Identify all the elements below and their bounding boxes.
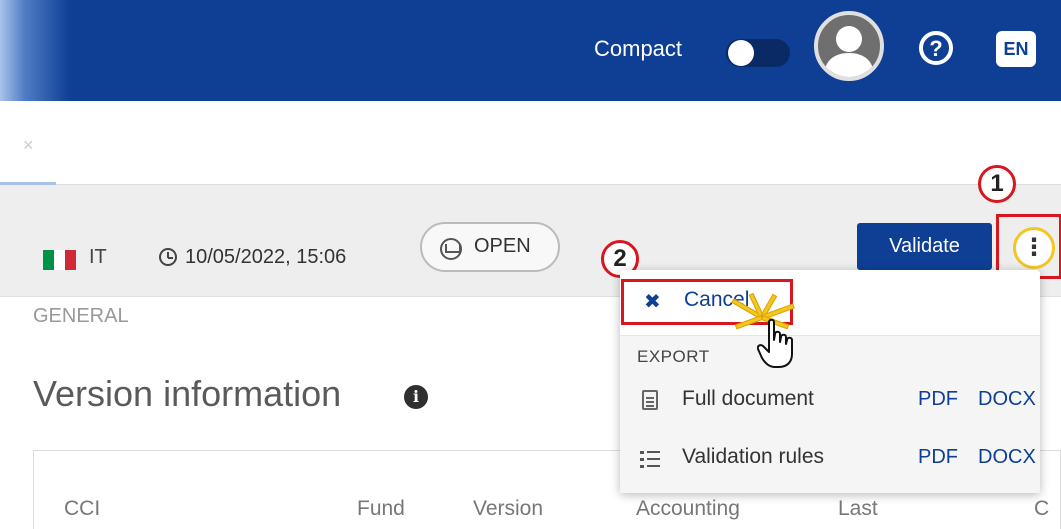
export-validation-rules-pdf-link[interactable]: PDF: [918, 446, 958, 469]
hand-pointer-cursor-icon: [757, 318, 793, 368]
more-actions-button[interactable]: ⋮: [1013, 227, 1055, 269]
column-header-fund[interactable]: Fund: [357, 497, 405, 521]
help-icon[interactable]: ?: [919, 31, 953, 65]
section-label: GENERAL: [33, 305, 129, 327]
export-full-document-pdf-link[interactable]: PDF: [918, 388, 958, 411]
more-actions-menu: ✖ Cancel EXPORT Full document PDF DOCX V…: [620, 270, 1040, 493]
tab-close-icon[interactable]: ×: [23, 135, 34, 156]
export-header: EXPORT: [637, 347, 710, 366]
export-row-label: Full document: [682, 387, 814, 410]
times-icon: ✖: [644, 291, 661, 313]
export-row-validation-rules: Validation rules PDF DOCX: [620, 436, 1040, 486]
column-header-version[interactable]: Version: [473, 497, 543, 521]
clock-icon: [159, 248, 177, 266]
tab-strip: ×: [0, 101, 1061, 185]
export-section: EXPORT Full document PDF DOCX Validation…: [620, 335, 1040, 493]
export-validation-rules-docx-link[interactable]: DOCX: [978, 446, 1036, 469]
user-avatar[interactable]: [814, 11, 884, 81]
envelope-open-icon: [440, 238, 462, 260]
language-icon[interactable]: EN: [996, 31, 1036, 67]
column-header-accounting[interactable]: Accounting: [636, 497, 740, 521]
page-title: Version information: [33, 373, 342, 414]
country-code: IT: [89, 246, 107, 268]
last-modified-datetime: 10/05/2022, 15:06: [185, 246, 347, 268]
document-icon: [642, 390, 658, 410]
user-silhouette-icon: [824, 26, 874, 77]
italy-flag-icon: [43, 250, 76, 270]
column-header-last[interactable]: Last: [838, 497, 878, 521]
top-header: Compact ? EN: [0, 0, 1061, 101]
validate-button[interactable]: Validate: [857, 223, 992, 270]
export-row-full-document: Full document PDF DOCX: [620, 378, 1040, 428]
status-text: OPEN: [474, 235, 531, 257]
export-row-label: Validation rules: [682, 445, 825, 468]
compact-label: Compact: [594, 36, 683, 61]
callout-1: 1: [978, 165, 1016, 203]
status-badge: OPEN: [420, 222, 560, 272]
toggle-knob: [728, 40, 754, 66]
column-header-c[interactable]: C: [1034, 497, 1049, 521]
export-full-document-docx-link[interactable]: DOCX: [978, 388, 1036, 411]
column-header-cci[interactable]: CCI: [64, 497, 100, 521]
list-ordered-icon: [640, 450, 660, 468]
compact-toggle[interactable]: [726, 39, 790, 67]
info-icon[interactable]: i: [404, 385, 428, 409]
